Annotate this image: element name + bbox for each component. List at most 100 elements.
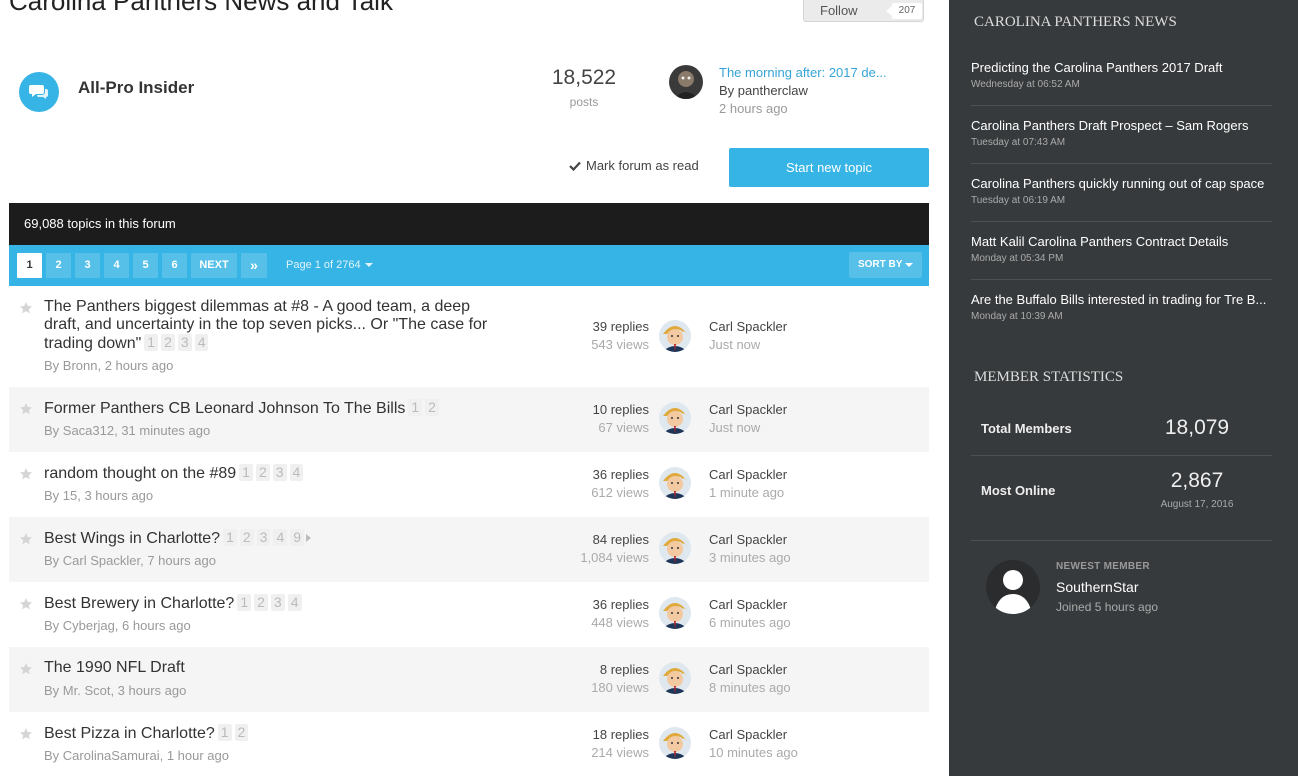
topic-page-link[interactable]: 1: [217, 724, 232, 741]
star-icon[interactable]: [19, 467, 33, 481]
topic-row[interactable]: The Panthers biggest dilemmas at #8 - A …: [9, 287, 929, 387]
mark-forum-read-link[interactable]: Mark forum as read: [569, 158, 699, 173]
last-poster-name[interactable]: Carl Spackler: [709, 467, 787, 482]
topic-page-link[interactable]: 3: [177, 334, 192, 351]
topic-title-link[interactable]: The 1990 NFL Draft: [44, 659, 185, 676]
news-title-link[interactable]: Carolina Panthers quickly running out of…: [971, 176, 1272, 191]
stats-divider: [971, 540, 1272, 541]
topic-views: 67 views: [598, 420, 649, 435]
sort-by-button[interactable]: SORT BY: [849, 252, 922, 278]
topic-page-link[interactable]: 4: [287, 594, 302, 611]
topic-title-link[interactable]: The Panthers biggest dilemmas at #8 - A …: [44, 298, 487, 352]
last-poster-name[interactable]: Carl Spackler: [709, 662, 787, 677]
newest-member-name[interactable]: SouthernStar: [1056, 579, 1139, 595]
star-icon[interactable]: [19, 402, 33, 416]
topic-page-link[interactable]: 2: [161, 334, 175, 351]
topic-page-link[interactable]: 2: [254, 594, 268, 611]
chat-bubbles-icon: [19, 72, 59, 112]
last-post-time: 2 hours ago: [719, 101, 788, 116]
news-title-link[interactable]: Carolina Panthers Draft Prospect – Sam R…: [971, 118, 1272, 133]
topic-page-link[interactable]: 9: [290, 529, 305, 546]
last-poster-avatar[interactable]: [659, 662, 691, 694]
page-1-button[interactable]: 1: [17, 253, 42, 278]
page-jump-dropdown[interactable]: Page 1 of 2764: [286, 259, 373, 271]
topic-row[interactable]: The 1990 NFL Draft By Mr. Scot, 3 hours a…: [9, 647, 929, 712]
news-item[interactable]: Predicting the Carolina Panthers 2017 Dr…: [971, 60, 1272, 90]
page-5-button[interactable]: 5: [133, 253, 158, 278]
last-poster-avatar[interactable]: [659, 467, 691, 499]
topic-views: 448 views: [591, 615, 649, 630]
last-page-button[interactable]: »: [241, 253, 267, 278]
topic-row[interactable]: Best Pizza in Charlotte? 1 2 By CarolinaSam…: [9, 712, 929, 776]
last-poster-name[interactable]: Carl Spackler: [709, 319, 787, 334]
topic-page-link[interactable]: 1: [408, 399, 423, 416]
topic-row[interactable]: Best Wings in Charlotte? 1 2 3 4 9 By Carl Spa…: [9, 517, 929, 582]
star-icon[interactable]: [19, 727, 33, 741]
last-poster-name[interactable]: Carl Spackler: [709, 597, 787, 612]
topic-views: 1,084 views: [580, 550, 649, 565]
star-icon[interactable]: [19, 662, 33, 676]
news-item[interactable]: Carolina Panthers Draft Prospect – Sam R…: [971, 118, 1272, 148]
topic-title-link[interactable]: Best Brewery in Charlotte?: [44, 595, 234, 612]
topic-page-link[interactable]: 4: [273, 529, 288, 546]
page-6-button[interactable]: 6: [162, 253, 187, 278]
topic-row[interactable]: Former Panthers CB Leonard Johnson To Th…: [9, 387, 929, 452]
topic-page-link[interactable]: 2: [255, 464, 270, 481]
news-title-link[interactable]: Are the Buffalo Bills interested in trad…: [971, 292, 1272, 307]
topic-row[interactable]: Best Brewery in Charlotte? 1 2 3 4 By Cyberja…: [9, 582, 929, 647]
newest-member-avatar[interactable]: [986, 560, 1040, 614]
next-page-button[interactable]: NEXT: [191, 253, 237, 278]
topic-title-link[interactable]: Best Wings in Charlotte?: [44, 530, 220, 547]
topic-page-link[interactable]: 1: [237, 594, 252, 611]
topic-title-link[interactable]: Best Pizza in Charlotte?: [44, 725, 215, 742]
topic-page-link[interactable]: 4: [194, 334, 209, 351]
last-poster-avatar[interactable]: [669, 65, 703, 99]
last-poster-avatar[interactable]: [659, 727, 691, 759]
last-poster-avatar[interactable]: [659, 597, 691, 629]
last-post-title-link[interactable]: The morning after: 2017 de...: [719, 65, 887, 80]
topic-page-link[interactable]: 3: [272, 464, 287, 481]
page-2-button[interactable]: 2: [46, 253, 71, 278]
last-poster-name[interactable]: Carl Spackler: [709, 532, 787, 547]
page-4-button[interactable]: 4: [104, 253, 129, 278]
last-poster-name[interactable]: Carl Spackler: [709, 402, 787, 417]
total-members-value: 18,079: [1164, 416, 1230, 439]
topic-author: By Carl Spackler, 7 hours ago: [44, 553, 216, 568]
star-icon[interactable]: [19, 532, 33, 546]
news-item[interactable]: Are the Buffalo Bills interested in trad…: [971, 292, 1272, 322]
topic-title-link[interactable]: random thought on the #89: [44, 465, 236, 482]
follow-count: 207: [886, 2, 922, 19]
star-icon[interactable]: [19, 597, 33, 611]
topic-page-link[interactable]: 2: [425, 399, 439, 416]
topic-page-link[interactable]: 3: [256, 529, 271, 546]
follow-button[interactable]: Follow 207: [803, 0, 924, 22]
news-title-link[interactable]: Matt Kalil Carolina Panthers Contract De…: [971, 234, 1272, 249]
topic-title: Best Brewery in Charlotte? 1 2 3 4: [44, 594, 302, 613]
news-item[interactable]: Matt Kalil Carolina Panthers Contract De…: [971, 234, 1272, 264]
topic-title-link[interactable]: Former Panthers CB Leonard Johnson To Th…: [44, 400, 405, 417]
news-title-link[interactable]: Predicting the Carolina Panthers 2017 Dr…: [971, 60, 1272, 75]
page-3-button[interactable]: 3: [75, 253, 100, 278]
topic-row[interactable]: random thought on the #89 1 2 3 4 By 15, 3 ho…: [9, 452, 929, 517]
start-new-topic-button[interactable]: Start new topic: [729, 148, 929, 187]
page-of-label: Page 1 of 2764: [286, 259, 361, 271]
last-poster-avatar[interactable]: [659, 320, 691, 352]
topic-page-link[interactable]: 2: [239, 529, 254, 546]
last-post-author[interactable]: By pantherclaw: [719, 83, 808, 98]
star-icon[interactable]: [19, 301, 33, 315]
news-item[interactable]: Carolina Panthers quickly running out of…: [971, 176, 1272, 206]
last-post-time: 10 minutes ago: [709, 745, 798, 760]
forum-main: Carolina Panthers News and Talk Follow 2…: [0, 0, 949, 776]
topic-page-link[interactable]: 1: [144, 334, 159, 351]
topic-page-link[interactable]: 1: [223, 529, 237, 546]
topic-page-link[interactable]: 4: [289, 464, 304, 481]
topic-page-link[interactable]: 1: [239, 464, 253, 481]
news-date: Wednesday at 06:52 AM: [971, 79, 1080, 90]
topic-page-link[interactable]: 3: [270, 594, 285, 611]
topic-author: By Bronn, 2 hours ago: [44, 358, 174, 373]
topic-page-link[interactable]: 2: [234, 724, 249, 741]
last-poster-name[interactable]: Carl Spackler: [709, 727, 787, 742]
last-poster-avatar[interactable]: [659, 402, 691, 434]
page-title: Carolina Panthers News and Talk: [9, 0, 393, 16]
last-poster-avatar[interactable]: [659, 532, 691, 564]
